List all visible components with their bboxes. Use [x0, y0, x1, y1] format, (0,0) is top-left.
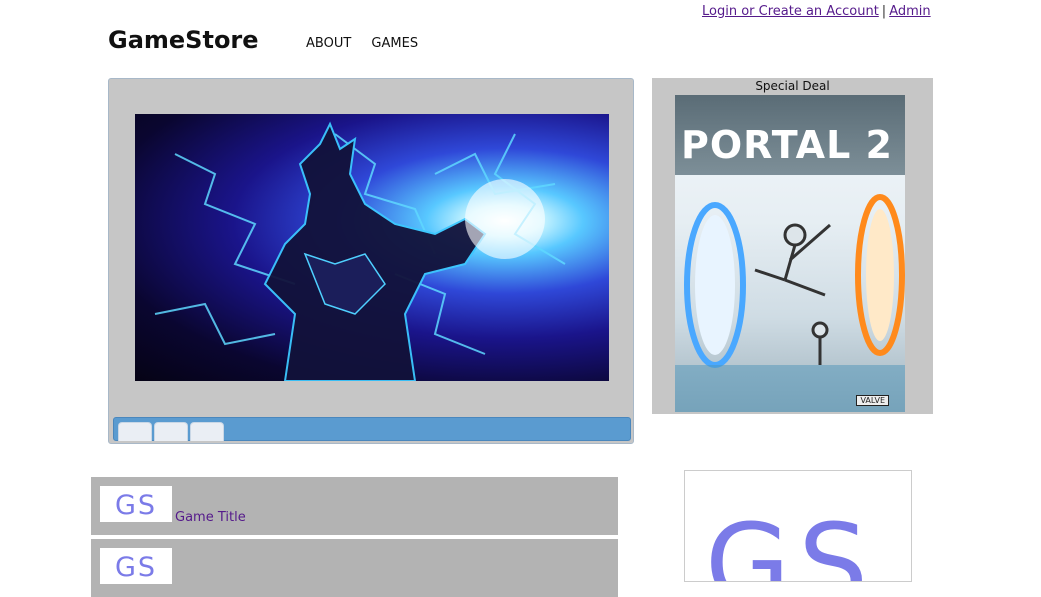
- brand-logo[interactable]: GameStore: [108, 26, 259, 54]
- game-list-item[interactable]: GS Game Title: [91, 477, 618, 535]
- special-deal-cover[interactable]: PORTAL 2 VALVE: [675, 95, 905, 412]
- game-thumbnail-logo[interactable]: GS: [100, 486, 172, 522]
- slide-tab-2[interactable]: [154, 422, 188, 441]
- account-links: Login or Create an Account | Admin: [702, 4, 931, 19]
- login-link[interactable]: Login or Create an Account: [702, 4, 879, 19]
- slide-tab-3[interactable]: [190, 422, 224, 441]
- special-deal-title: Special Deal: [755, 79, 830, 93]
- main-nav: ABOUT GAMES: [306, 36, 434, 51]
- special-deal-panel: Special Deal PORTAL 2 VALVE: [652, 78, 933, 414]
- slide-artwork: [154, 121, 566, 381]
- game-thumbnail-logo[interactable]: GS: [100, 548, 172, 584]
- featured-slider: [108, 78, 634, 444]
- publisher-badge: VALVE: [856, 395, 889, 406]
- link-separator: |: [881, 4, 887, 19]
- side-gs-logo: GS: [705, 500, 877, 582]
- cover-artwork: [675, 194, 905, 412]
- nav-games[interactable]: GAMES: [371, 36, 418, 51]
- nav-about[interactable]: ABOUT: [306, 36, 351, 51]
- slider-pager: [113, 417, 631, 441]
- slide-tab-1[interactable]: [118, 422, 152, 441]
- side-promo-box[interactable]: GS: [684, 470, 912, 582]
- game-title-link[interactable]: Game Title: [175, 510, 246, 525]
- game-list-item[interactable]: GS: [91, 539, 618, 597]
- featured-slide-image[interactable]: [135, 114, 609, 381]
- admin-link[interactable]: Admin: [889, 4, 930, 19]
